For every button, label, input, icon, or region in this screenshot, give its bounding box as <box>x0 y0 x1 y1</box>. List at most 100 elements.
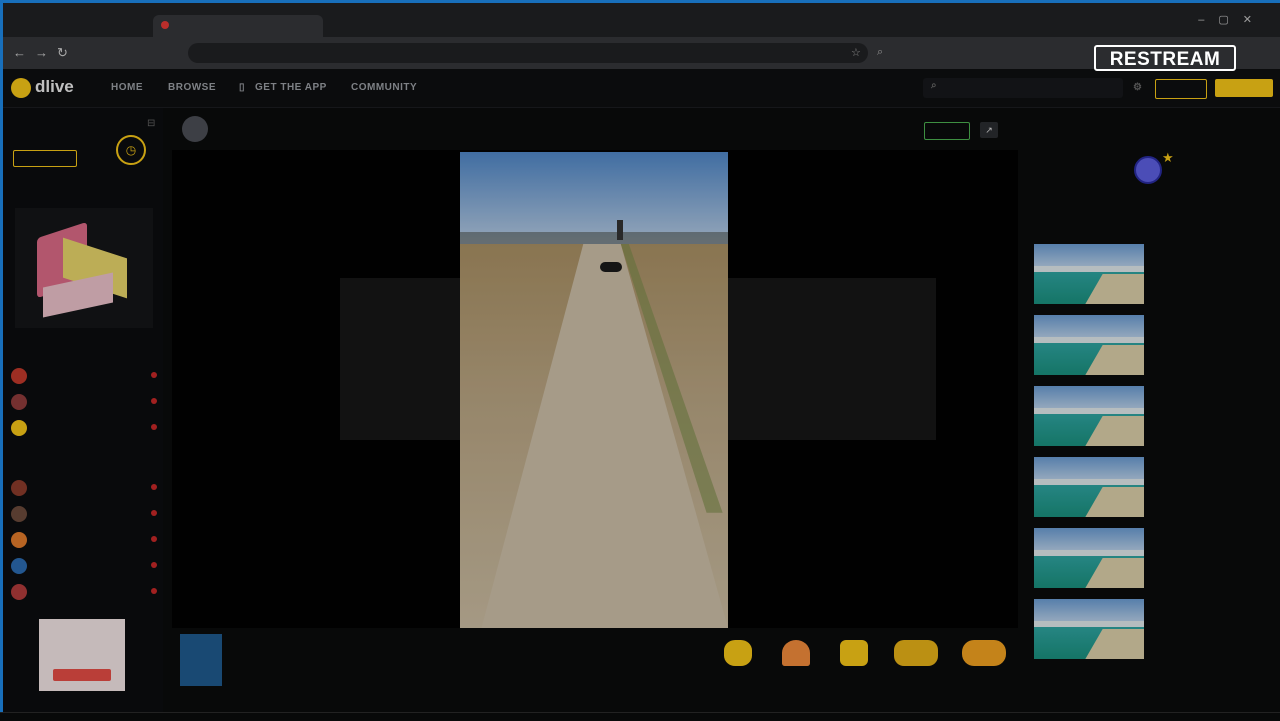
avatar <box>11 532 27 548</box>
avatar <box>11 420 27 436</box>
reload-icon[interactable]: ↻ <box>57 45 68 61</box>
following-channel[interactable] <box>11 582 159 604</box>
sidebar-ad[interactable] <box>39 619 125 691</box>
nav-browse[interactable]: BROWSE <box>168 82 216 93</box>
nav-get-app-icon: ▯ <box>239 82 246 93</box>
avatar <box>11 584 27 600</box>
recommended-channel[interactable] <box>11 366 159 388</box>
video-dog <box>600 262 622 272</box>
video-thumbnail <box>1034 457 1144 517</box>
nav-get-app[interactable]: GET THE APP <box>255 82 327 93</box>
live-indicator-icon <box>151 398 157 404</box>
avatar <box>11 368 27 384</box>
video-treeline <box>460 232 728 244</box>
avatar <box>11 394 27 410</box>
event-promo-image[interactable] <box>15 208 153 328</box>
video-tower <box>617 220 623 240</box>
gift-ninja-car-icon <box>894 640 938 666</box>
go-pro-button[interactable] <box>13 150 77 167</box>
replay-video-card[interactable] <box>1034 457 1272 519</box>
gift-item[interactable] <box>888 640 944 670</box>
video-thumbnail <box>1034 315 1144 375</box>
stream-thumbnail <box>180 634 222 686</box>
star-icon: ★ <box>1162 150 1174 165</box>
live-indicator-icon <box>151 484 157 490</box>
replay-video-card[interactable] <box>1034 599 1272 661</box>
video-thumbnail <box>1034 386 1144 446</box>
follow-button[interactable] <box>924 122 970 140</box>
video-title <box>1150 459 1270 477</box>
login-button[interactable] <box>1155 79 1207 99</box>
video-title <box>1150 530 1270 548</box>
following-channel[interactable] <box>11 556 159 578</box>
avatar <box>11 506 27 522</box>
video-thumbnail <box>1034 528 1144 588</box>
badge-icon <box>1134 156 1162 184</box>
live-indicator-icon <box>151 588 157 594</box>
gift-icecream-icon <box>782 640 810 666</box>
restream-watermark: RESTREAM <box>1094 45 1236 71</box>
browser-tab-bar: –▢✕ <box>3 3 1280 37</box>
search-icon: ⌕ <box>931 80 938 91</box>
signup-button[interactable] <box>1215 79 1273 97</box>
collapse-sidebar-icon[interactable]: ⊟ <box>147 118 155 129</box>
video-title <box>1150 246 1270 264</box>
following-channel[interactable] <box>11 504 159 526</box>
stream-info <box>172 630 1018 690</box>
browser-search-icon[interactable]: ⌕ <box>877 46 883 59</box>
video-player[interactable] <box>172 150 1018 628</box>
video-title <box>1150 317 1270 335</box>
browser-tab-active[interactable] <box>153 15 323 37</box>
following-channel[interactable] <box>11 530 159 552</box>
nav-home[interactable]: HOME <box>111 82 143 93</box>
forward-arrow-icon[interactable]: → <box>35 45 48 60</box>
replay-video-card[interactable] <box>1034 528 1272 590</box>
ad-button[interactable] <box>53 669 111 681</box>
site-search-input[interactable] <box>923 78 1123 98</box>
browser-tab[interactable] <box>15 15 135 37</box>
bookmark-star-icon[interactable]: ☆ <box>851 46 861 59</box>
video-thumbnail <box>1034 599 1144 659</box>
left-sidebar: ⊟ ◷ <box>3 108 163 713</box>
nav-community[interactable]: COMMUNITY <box>351 82 417 93</box>
site-logo[interactable]: dlive <box>11 77 74 98</box>
recommended-channel[interactable] <box>11 418 159 440</box>
replay-video-card[interactable] <box>1034 244 1272 306</box>
live-indicator-icon <box>151 536 157 542</box>
video-thumbnail <box>1034 244 1144 304</box>
video-frame <box>460 152 728 628</box>
replay-video-card[interactable] <box>1034 386 1272 448</box>
gift-rocket-icon <box>962 640 1006 666</box>
share-icon[interactable]: ↗ <box>980 122 998 138</box>
avatar <box>11 480 27 496</box>
gift-lemon-icon <box>724 640 752 666</box>
gift-item[interactable] <box>768 640 824 670</box>
stream-header: ↗ <box>172 110 1018 148</box>
avatar <box>11 558 27 574</box>
logo-text: dlive <box>35 77 74 96</box>
video-title <box>1150 388 1270 406</box>
video-title <box>1150 601 1270 619</box>
tab-favicon-icon <box>161 21 169 30</box>
live-indicator-icon <box>151 424 157 430</box>
live-indicator-icon <box>151 510 157 516</box>
right-panel: ★ <box>1026 110 1276 710</box>
address-bar[interactable] <box>188 43 868 63</box>
gift-diamond-icon <box>840 640 868 666</box>
following-channel[interactable] <box>11 478 159 500</box>
site-header: dlive HOME BROWSE ▯ GET THE APP COMMUNIT… <box>3 69 1280 108</box>
logo-icon <box>11 77 31 98</box>
back-arrow-icon[interactable]: ← <box>13 45 26 60</box>
clock-icon[interactable]: ◷ <box>116 135 146 165</box>
gift-item[interactable] <box>826 640 882 670</box>
streamer-avatar[interactable] <box>182 116 208 142</box>
settings-icon[interactable]: ⚙ <box>1133 82 1142 93</box>
gift-item[interactable] <box>956 640 1012 670</box>
live-indicator-icon <box>151 562 157 568</box>
live-indicator-icon <box>151 372 157 378</box>
gift-item[interactable] <box>710 640 766 670</box>
replay-video-card[interactable] <box>1034 315 1272 377</box>
window-controls[interactable]: –▢✕ <box>1198 13 1266 26</box>
browser-toolbar: ← → ↻ ☆ ⌕ <box>3 37 1280 69</box>
recommended-channel[interactable] <box>11 392 159 414</box>
